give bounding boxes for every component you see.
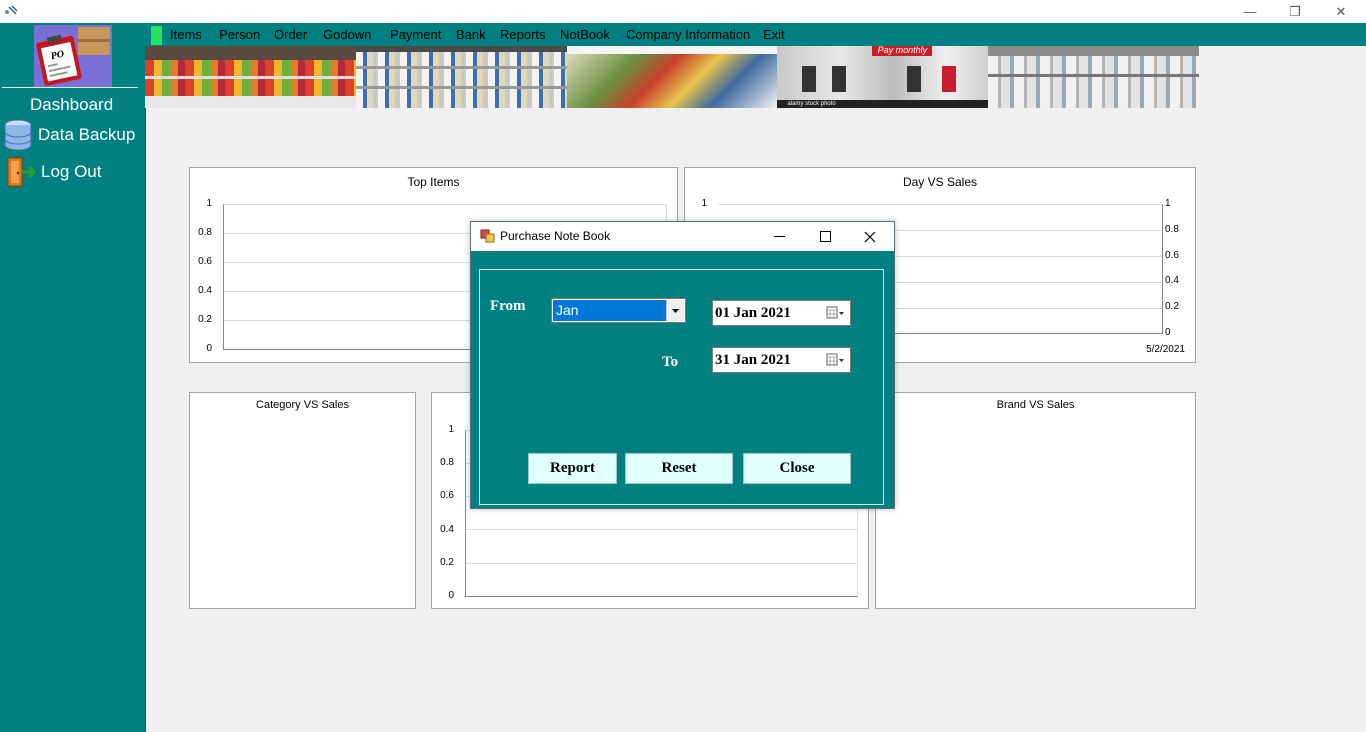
to-date-picker[interactable]: 31 Jan 2021 [712,347,851,373]
close-button[interactable]: Close [743,453,851,484]
report-button-label: Report [550,460,595,476]
menu-item-payment[interactable]: Payment [390,27,441,42]
month-select-value: Jan [553,300,667,321]
sidebar-item-label: Log Out [41,162,102,181]
reset-button[interactable]: Reset [625,453,733,484]
banner-photo-electronics [988,46,1199,108]
sidebar-divider [2,87,138,88]
y2-tick-label: 0.2 [1165,301,1179,312]
window-restore-button[interactable]: ❐ [1272,0,1318,23]
panel-title: Day VS Sales [902,175,978,189]
sidebar-item-data-backup[interactable]: Data Backup [3,119,135,151]
close-icon: ✕ [1335,3,1347,19]
sidebar: PO Dashboard Data Backup Log Out [0,23,145,732]
from-label: From [490,298,526,314]
y-tick-label: 1 [206,198,212,209]
store-banner: Pay monthly alamy stock photo [145,46,1199,108]
y-tick-label: 0 [448,590,454,601]
menu-item-items[interactable]: Items [170,27,202,42]
from-date-value: 01 Jan 2021 [715,305,791,321]
y2-tick-label: 1 [1165,198,1171,209]
y2-tick-label: 0 [1165,327,1171,338]
y-tick-label: 1 [701,198,707,209]
sidebar-item-label: Data Backup [38,125,136,144]
dialog-minimize-button[interactable] [757,222,801,251]
menu-bar: Items Person Order Godown Payment Bank R… [145,23,1366,46]
to-label: To [662,354,679,370]
y-tick-label: 0.8 [198,227,212,238]
from-date-picker[interactable]: 01 Jan 2021 [712,300,851,326]
calendar-dropdown-icon[interactable] [826,352,846,368]
banner-photo-aisle [566,46,778,108]
minimize-icon: — [1243,4,1257,19]
purchase-note-book-dialog: Purchase Note Book From Jan 01 Jan 2021 [470,221,895,509]
y2-tick-label: 0.8 [1165,224,1179,235]
month-select-dropdown-button[interactable] [666,300,684,321]
y-tick-label: 0.6 [440,490,454,501]
restore-icon: ❐ [1289,3,1301,19]
y-tick-label: 1 [448,424,454,435]
dialog-title: Purchase Note Book [500,229,611,243]
panel-title: Brand VS Sales [996,399,1075,411]
window-close-button[interactable]: ✕ [1318,0,1364,23]
menu-item-reports[interactable]: Reports [500,27,546,42]
brand-vs-sales-chart-panel: Brand VS Sales [875,392,1196,609]
to-date-value: 31 Jan 2021 [715,352,791,368]
x-axis-date-label: 5/2/2021 [1146,344,1185,355]
sidebar-item-dashboard[interactable]: Dashboard [30,94,113,116]
purchase-order-logo: PO [34,25,112,87]
window-titlebar: — ❐ ✕ [0,0,1366,23]
database-icon [4,119,32,151]
close-button-label: Close [779,460,815,476]
report-button[interactable]: Report [528,453,617,484]
menu-item-notbook[interactable]: NotBook [560,27,610,42]
menu-marker [151,26,162,45]
chevron-down-icon [672,308,679,313]
y-tick-label: 0.4 [198,285,212,296]
menu-item-exit[interactable]: Exit [763,27,785,42]
y-tick-label: 0.4 [440,524,454,535]
dialog-maximize-button[interactable] [803,222,847,251]
dialog-titlebar: Purchase Note Book [471,222,894,251]
dialog-close-button[interactable] [848,222,892,251]
category-vs-sales-chart-panel: Category VS Sales [189,392,416,609]
maximize-icon [819,231,831,242]
banner-watermark: alamy stock photo [777,100,989,108]
y-tick-label: 0.8 [440,457,454,468]
reset-button-label: Reset [661,460,697,476]
panel-title: Category VS Sales [256,399,349,411]
banner-caption: Pay monthly [872,46,933,56]
banner-photo-phone-store: Pay monthly alamy stock photo [777,46,989,108]
window-minimize-button[interactable]: — [1227,0,1273,23]
y-tick-label: 0.6 [198,256,212,267]
y-tick-label: 0.2 [198,314,212,325]
sidebar-edge [145,23,146,732]
calendar-dropdown-icon[interactable] [826,305,846,321]
dialog-body: From Jan 01 Jan 2021 To 31 Jan 2021 Repo… [471,251,894,508]
sidebar-item-label: Dashboard [30,95,114,114]
menu-item-godown[interactable]: Godown [323,27,371,42]
app-icon [5,5,18,15]
dialog-app-icon [480,229,495,243]
y2-tick-label: 0.4 [1165,275,1179,286]
close-icon [864,231,876,242]
menu-item-company-information[interactable]: Company Information [626,27,750,42]
month-select[interactable]: Jan [551,298,686,323]
banner-photo-dairy [355,46,567,108]
menu-item-person[interactable]: Person [219,27,260,42]
panel-title: Top Items [407,175,460,189]
y2-tick-label: 0.6 [1165,250,1179,261]
menu-item-bank[interactable]: Bank [456,27,486,42]
exit-door-icon [7,157,37,187]
menu-item-order[interactable]: Order [274,27,307,42]
sidebar-item-log-out[interactable]: Log Out [6,156,102,188]
minimize-icon [773,236,785,237]
y-tick-label: 0 [206,343,212,354]
banner-photo-produce [145,46,356,108]
y-tick-label: 0.2 [440,557,454,568]
